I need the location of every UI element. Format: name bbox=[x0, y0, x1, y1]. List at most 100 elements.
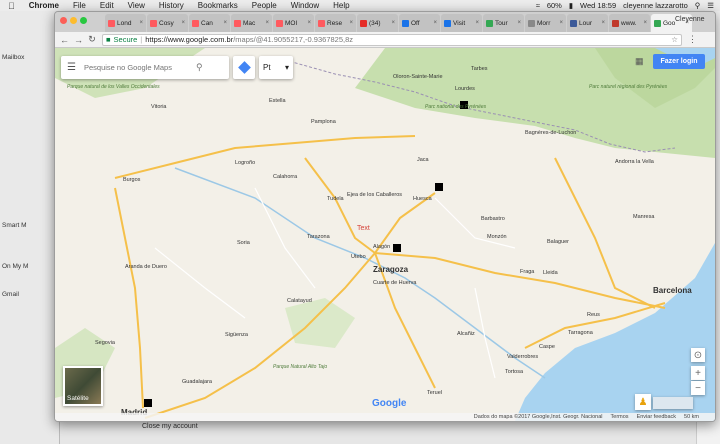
zoom-out-button[interactable]: − bbox=[691, 381, 705, 395]
city-label: Andorra la Vella bbox=[615, 159, 655, 165]
menu-help[interactable]: Help bbox=[333, 1, 349, 10]
city-label: Huesca bbox=[413, 196, 433, 202]
search-icon[interactable]: ⚲ bbox=[196, 62, 203, 73]
browser-tab[interactable]: Rese × bbox=[315, 14, 356, 32]
city-label: Estella bbox=[269, 98, 286, 104]
menu-edit[interactable]: Edit bbox=[100, 1, 114, 10]
address-bar[interactable]: ■ Secure | https://www.google.com.br/map… bbox=[102, 33, 682, 46]
terms-link[interactable]: Termos bbox=[611, 414, 629, 420]
maximize-window-icon[interactable] bbox=[80, 17, 87, 24]
map-attribution: Dados do mapa ©2017 Google,Inst. Geogr. … bbox=[473, 414, 603, 420]
tab-favicon-icon bbox=[528, 19, 535, 27]
browser-tab[interactable]: Visit × bbox=[441, 14, 482, 32]
browser-tab[interactable]: Can × bbox=[189, 14, 230, 32]
map-marker[interactable] bbox=[144, 399, 152, 407]
profile-button[interactable]: Cleyenne bbox=[675, 16, 705, 23]
tab-close-icon[interactable]: × bbox=[181, 20, 185, 26]
sidebar-heading-mailbox: Mailbox bbox=[2, 54, 25, 61]
menu-view[interactable]: View bbox=[128, 1, 145, 10]
tab-favicon-icon bbox=[360, 19, 367, 27]
city-label: Tarragona bbox=[568, 330, 594, 336]
tab-close-icon[interactable]: × bbox=[265, 20, 269, 26]
browser-toolbar: ← → ↻ ■ Secure | https://www.google.com.… bbox=[55, 32, 715, 48]
sidebar-heading-gmail: Gmail bbox=[2, 291, 19, 298]
city-label: Logroño bbox=[235, 160, 255, 166]
tab-close-icon[interactable]: × bbox=[601, 20, 605, 26]
menu-file[interactable]: File bbox=[73, 1, 86, 10]
feedback-link[interactable]: Enviar feedback bbox=[637, 414, 676, 420]
map-marker[interactable] bbox=[393, 244, 401, 252]
browser-tab[interactable]: Morr × bbox=[525, 14, 566, 32]
menu-bookmarks[interactable]: Bookmarks bbox=[198, 1, 238, 10]
chrome-window: Lond × Cosy × Can × Mac × MOI × Rese × (34) × Off × Visi… bbox=[54, 11, 716, 422]
tab-favicon-icon bbox=[150, 19, 157, 27]
tab-close-icon[interactable]: × bbox=[307, 20, 311, 26]
background-mail-window: Mailbox Smart M On My M Gmail bbox=[0, 11, 60, 444]
login-button[interactable]: Fazer login bbox=[653, 54, 705, 69]
city-label: Tarazona bbox=[307, 234, 331, 240]
imagery-strip[interactable] bbox=[653, 397, 693, 409]
browser-tab[interactable]: Lond × bbox=[105, 14, 146, 32]
forward-icon[interactable]: → bbox=[74, 35, 83, 45]
directions-button[interactable] bbox=[233, 56, 255, 79]
reload-icon[interactable]: ↻ bbox=[88, 34, 96, 45]
clock[interactable]: Wed 18:59 bbox=[580, 1, 616, 10]
dropdown-arrow-icon: ▾ bbox=[284, 63, 289, 72]
city-label: Ejea de los Caballeros bbox=[347, 192, 402, 198]
chrome-menu-icon[interactable]: ⋮ bbox=[688, 34, 697, 45]
apple-menu-icon[interactable]:  bbox=[8, 1, 15, 11]
google-map[interactable]: Zaragoza Huesca Pamplona Logroño Burgos Soria… bbox=[55, 48, 715, 421]
minimize-window-icon[interactable] bbox=[70, 17, 77, 24]
browser-tab[interactable]: Mac × bbox=[231, 14, 272, 32]
browser-tab[interactable]: Off × bbox=[399, 14, 440, 32]
search-icon[interactable]: ⚲ bbox=[695, 1, 701, 10]
tab-close-icon[interactable]: × bbox=[433, 20, 437, 26]
map-search-box: ☰ ⚲ bbox=[61, 56, 229, 79]
map-canvas[interactable]: Zaragoza Huesca Pamplona Logroño Burgos Soria… bbox=[55, 48, 715, 421]
language-value: Pt bbox=[263, 63, 271, 72]
user-name[interactable]: cleyenne lazzarotto bbox=[623, 1, 688, 10]
menu-window[interactable]: Window bbox=[291, 1, 319, 10]
menu-history[interactable]: History bbox=[159, 1, 184, 10]
browser-tab[interactable]: Cosy × bbox=[147, 14, 188, 32]
city-label: Barcelona bbox=[653, 286, 692, 295]
highway-north bbox=[114, 135, 416, 179]
city-label: Caspe bbox=[539, 344, 555, 350]
language-select[interactable]: Pt ▾ bbox=[259, 56, 293, 79]
browser-tab[interactable]: (34) × bbox=[357, 14, 398, 32]
tab-close-icon[interactable]: × bbox=[559, 20, 563, 26]
menu-people[interactable]: People bbox=[252, 1, 277, 10]
browser-tab[interactable]: Tour × bbox=[483, 14, 524, 32]
tab-close-icon[interactable]: × bbox=[139, 20, 143, 26]
tab-close-icon[interactable]: × bbox=[475, 20, 479, 26]
browser-tab[interactable]: www. × bbox=[609, 14, 650, 32]
close-window-icon[interactable] bbox=[60, 17, 67, 24]
my-location-button[interactable]: ⊙ bbox=[691, 348, 705, 362]
wifi-icon[interactable]: ≈ bbox=[536, 1, 540, 10]
tab-close-icon[interactable]: × bbox=[349, 20, 353, 26]
city-label: Monzón bbox=[487, 234, 507, 240]
bookmark-star-icon[interactable]: ☆ bbox=[671, 35, 681, 44]
city-label: Cuarte de Huerva bbox=[373, 280, 417, 286]
highway-ap2 bbox=[374, 252, 666, 309]
zoom-in-button[interactable]: + bbox=[691, 366, 705, 380]
browser-tab[interactable]: MOI × bbox=[273, 14, 314, 32]
city-label: Fraga bbox=[520, 269, 535, 275]
satellite-toggle[interactable]: Satélite bbox=[63, 366, 103, 406]
hamburger-menu-icon[interactable]: ☰ bbox=[67, 62, 76, 73]
pegman-button[interactable]: ♟ bbox=[635, 394, 651, 410]
tab-close-icon[interactable]: × bbox=[643, 20, 647, 26]
tab-close-icon[interactable]: × bbox=[391, 20, 395, 26]
close-account-link[interactable]: Close my account bbox=[142, 423, 198, 430]
tab-close-icon[interactable]: × bbox=[517, 20, 521, 26]
map-marker[interactable] bbox=[435, 183, 443, 191]
browser-tab[interactable]: Lour × bbox=[567, 14, 608, 32]
apps-grid-icon[interactable]: ▦ bbox=[635, 56, 644, 67]
app-menu[interactable]: Chrome bbox=[29, 1, 59, 10]
search-input[interactable] bbox=[83, 63, 188, 72]
battery-icon[interactable]: ▮ bbox=[569, 1, 573, 10]
tab-close-icon[interactable]: × bbox=[223, 20, 227, 26]
city-label: Teruel bbox=[427, 390, 442, 396]
list-icon[interactable]: ☰ bbox=[707, 1, 714, 10]
back-icon[interactable]: ← bbox=[60, 35, 69, 45]
